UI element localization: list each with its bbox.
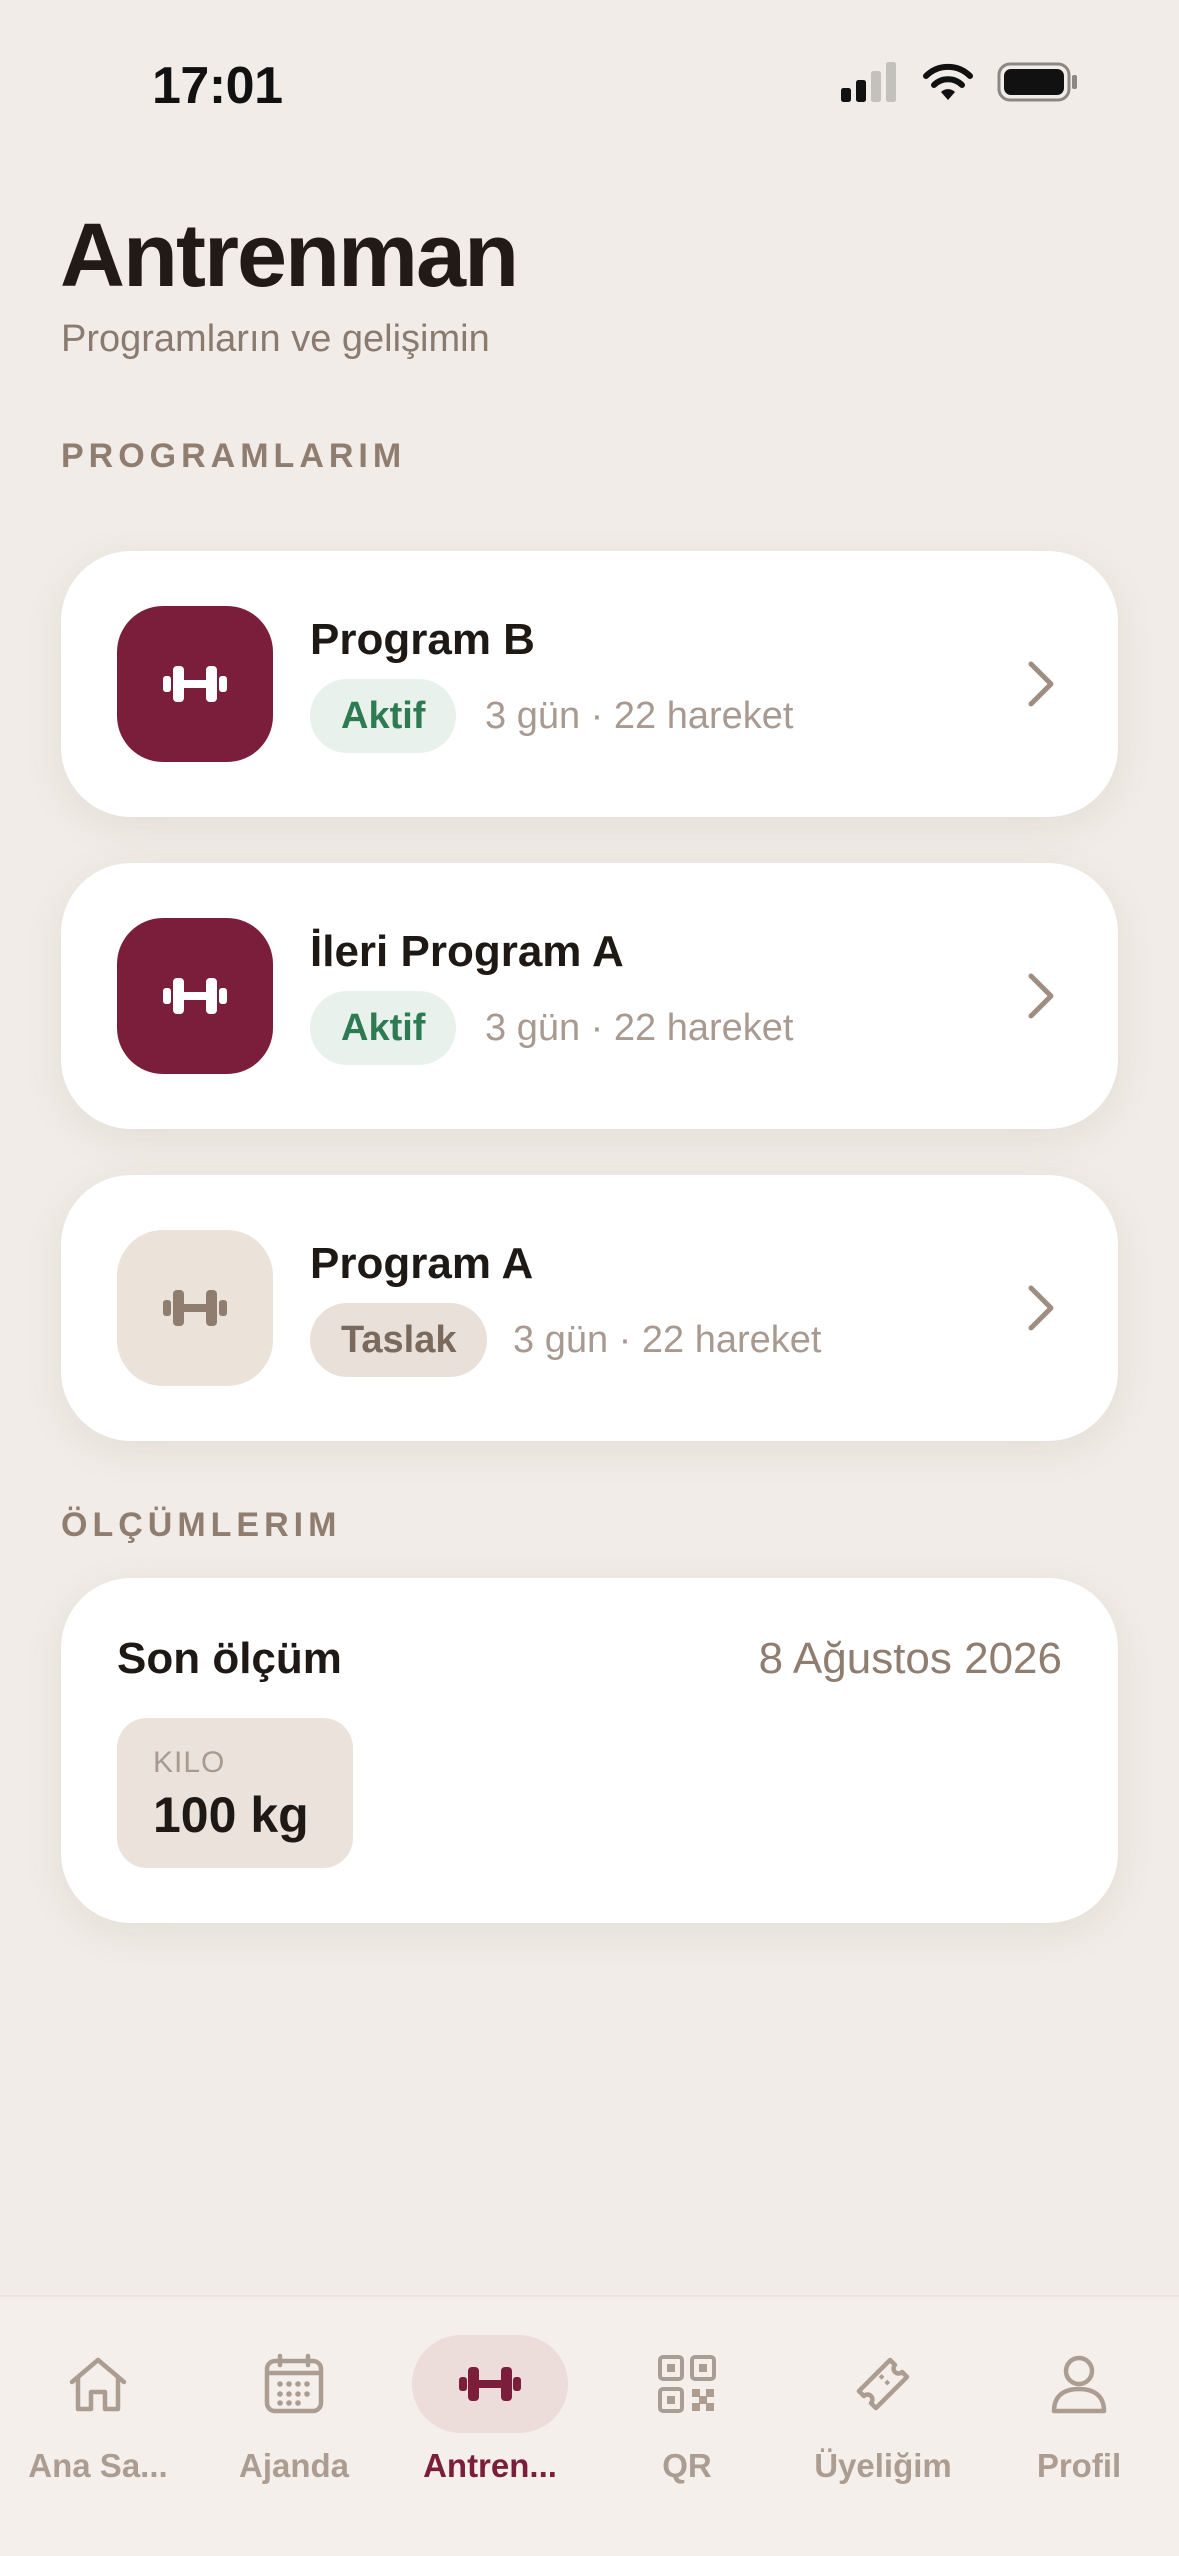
program-name: Program B xyxy=(310,615,535,664)
dumbbell-icon xyxy=(455,2349,525,2419)
tab-label: Profil xyxy=(1036,2447,1122,2484)
tab-label: Üyeliğim xyxy=(814,2447,952,2484)
dumbbell-icon xyxy=(163,1290,227,1326)
tab-profile[interactable]: Profil xyxy=(981,2297,1177,2497)
battery-icon xyxy=(997,62,1077,102)
tab-label: QR xyxy=(662,2447,712,2484)
dumbbell-icon xyxy=(163,978,227,1014)
chevron-right-icon xyxy=(1028,973,1054,1019)
status-badge: Taslak xyxy=(310,1303,488,1377)
chevron-right-icon xyxy=(1028,1285,1054,1331)
section-label-programs: PROGRAMLARIM xyxy=(61,437,407,475)
metric-value: 100 kg xyxy=(153,1787,309,1843)
metric-label: KILO xyxy=(153,1746,226,1779)
program-name: İleri Program A xyxy=(310,927,624,976)
person-icon xyxy=(1044,2349,1114,2419)
page-title: Antrenman xyxy=(60,206,519,306)
tab-calendar[interactable]: Ajanda xyxy=(196,2297,392,2497)
program-icon-tile xyxy=(117,1230,273,1386)
tab-label: Antren... xyxy=(423,2447,557,2484)
measurement-card[interactable]: Son ölçüm 8 Ağustos 2026 KILO 100 kg xyxy=(61,1578,1118,1923)
cellular-signal-icon xyxy=(841,62,896,102)
program-card[interactable]: İleri Program A Aktif 3 gün · 22 hareket xyxy=(61,863,1118,1129)
ticket-icon xyxy=(848,2349,918,2419)
chevron-right-icon xyxy=(1028,661,1054,707)
tab-label: Ajanda xyxy=(238,2447,350,2484)
tab-membership[interactable]: Üyeliğim xyxy=(785,2297,981,2497)
program-name: Program A xyxy=(310,1239,534,1288)
tab-home[interactable]: Ana Sa... xyxy=(0,2297,196,2497)
section-label-measurements: ÖLÇÜMLERIM xyxy=(61,1506,342,1544)
page-subtitle: Programların ve gelişimin xyxy=(61,318,490,360)
measurement-date: 8 Ağustos 2026 xyxy=(758,1634,1062,1683)
program-meta: 3 gün · 22 hareket xyxy=(485,1007,794,1049)
status-bar: 17:01 xyxy=(0,0,1179,175)
calendar-icon xyxy=(259,2349,329,2419)
tab-qr[interactable]: QR xyxy=(589,2297,785,2497)
home-icon xyxy=(63,2349,133,2419)
tab-workout[interactable]: Antren... xyxy=(392,2297,588,2497)
status-badge: Aktif xyxy=(310,991,457,1065)
tab-label: Ana Sa... xyxy=(28,2447,168,2484)
status-badge: Aktif xyxy=(310,679,457,753)
program-meta: 3 gün · 22 hareket xyxy=(513,1319,822,1361)
status-icons xyxy=(841,62,1079,102)
program-icon-tile xyxy=(117,918,273,1074)
program-icon-tile xyxy=(117,606,273,762)
status-time: 17:01 xyxy=(152,57,283,115)
qr-code-icon xyxy=(652,2349,722,2419)
measurement-title: Son ölçüm xyxy=(117,1634,342,1683)
tab-bar: Ana Sa... Ajanda Antren... QR Üyeliğim P… xyxy=(0,2295,1179,2556)
dumbbell-icon xyxy=(163,666,227,702)
program-card[interactable]: Program A Taslak 3 gün · 22 hareket xyxy=(61,1175,1118,1441)
program-card[interactable]: Program B Aktif 3 gün · 22 hareket xyxy=(61,551,1118,817)
metric-tile: KILO 100 kg xyxy=(117,1718,353,1868)
wifi-icon xyxy=(923,63,973,100)
program-meta: 3 gün · 22 hareket xyxy=(485,695,794,737)
